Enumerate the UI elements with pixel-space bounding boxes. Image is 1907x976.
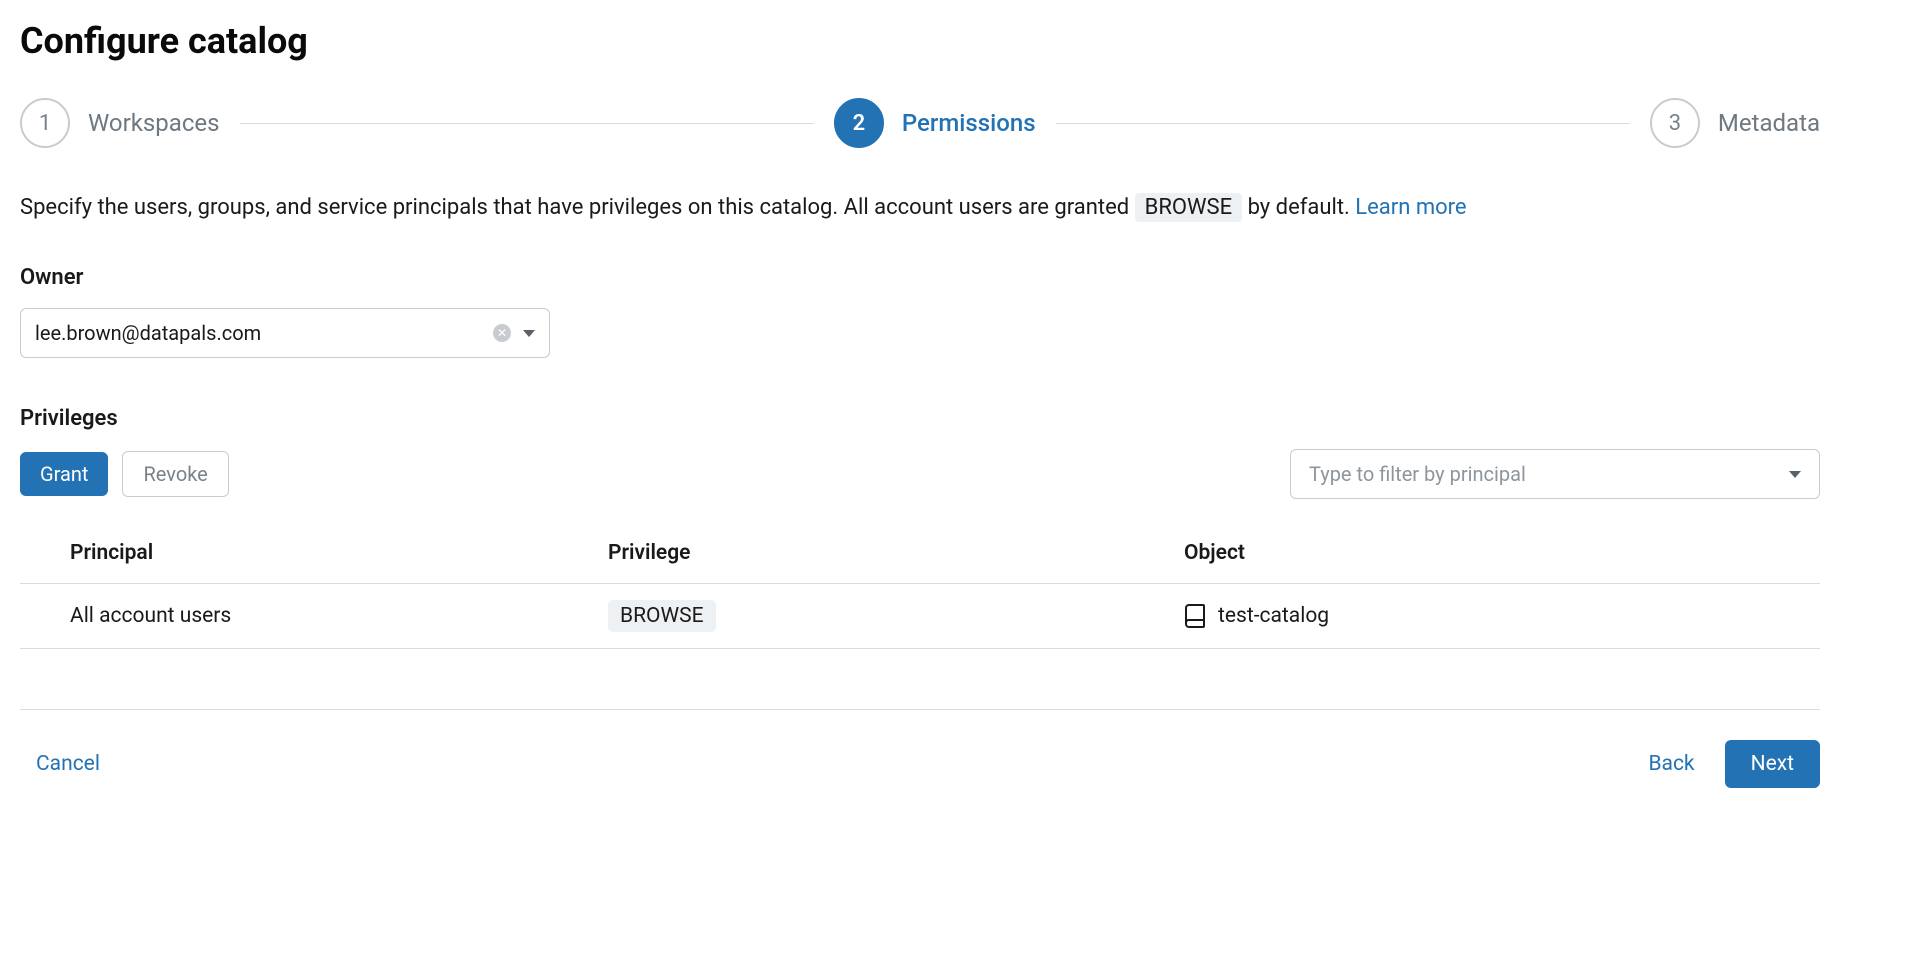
header-privilege: Privilege [596,523,1172,584]
description-text: Specify the users, groups, and service p… [20,190,1820,225]
step-label-workspaces: Workspaces [88,109,220,137]
filter-placeholder: Type to filter by principal [1309,462,1789,486]
back-button[interactable]: Back [1632,742,1710,786]
learn-more-link[interactable]: Learn more [1355,195,1466,220]
description-before: Specify the users, groups, and service p… [20,195,1135,220]
chevron-down-icon [523,330,535,337]
step-divider [240,123,814,124]
step-number-2: 2 [834,98,884,148]
privileges-table: Principal Privilege Object All account u… [20,523,1820,649]
cell-principal: All account users [20,584,596,649]
header-object: Object [1172,523,1820,584]
owner-label: Owner [20,265,1820,290]
catalog-icon [1184,603,1206,629]
owner-select[interactable]: lee.brown@datapals.com ✕ [20,308,550,358]
cell-object: test-catalog [1218,604,1329,628]
cancel-button[interactable]: Cancel [20,742,116,786]
footer: Cancel Back Next [20,709,1820,788]
table-row[interactable]: All account users BROWSE test-catalog [20,584,1820,649]
filter-principal-select[interactable]: Type to filter by principal [1290,449,1820,499]
privilege-badge: BROWSE [608,600,716,632]
browse-badge: BROWSE [1135,193,1242,222]
stepper: 1 Workspaces 2 Permissions 3 Metadata [20,98,1820,148]
revoke-button[interactable]: Revoke [122,451,228,497]
privileges-label: Privileges [20,406,1820,431]
step-label-metadata: Metadata [1718,109,1820,137]
header-principal: Principal [20,523,596,584]
grant-button[interactable]: Grant [20,452,108,496]
description-after: by default. [1248,195,1356,220]
step-permissions[interactable]: 2 Permissions [834,98,1036,148]
step-label-permissions: Permissions [902,109,1036,137]
next-button[interactable]: Next [1725,740,1820,788]
clear-icon[interactable]: ✕ [493,324,511,342]
step-metadata[interactable]: 3 Metadata [1650,98,1820,148]
page-title: Configure catalog [20,20,1820,62]
step-divider [1056,123,1630,124]
step-number-1: 1 [20,98,70,148]
step-number-3: 3 [1650,98,1700,148]
owner-value: lee.brown@datapals.com [35,321,493,345]
step-workspaces[interactable]: 1 Workspaces [20,98,220,148]
chevron-down-icon [1789,471,1801,478]
